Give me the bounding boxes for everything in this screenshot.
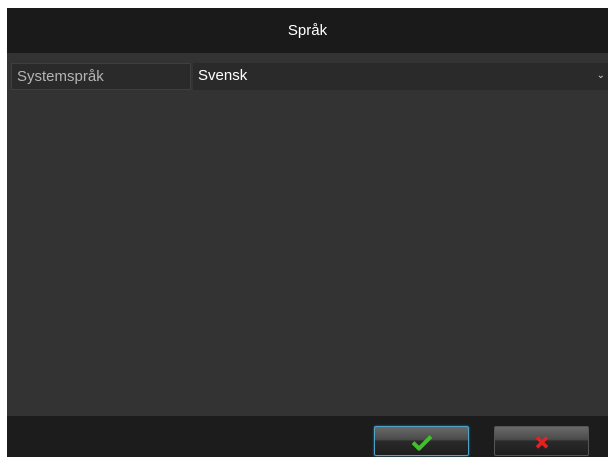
dialog-footer: [7, 416, 608, 457]
system-language-value: Svensk: [198, 67, 248, 84]
dialog-title: Språk: [7, 8, 608, 53]
cancel-button[interactable]: [494, 426, 589, 456]
system-language-select[interactable]: Svensk ⌄: [193, 63, 608, 90]
close-icon: [535, 436, 548, 449]
checkmark-icon: [411, 435, 432, 451]
chevron-down-icon: ⌄: [596, 70, 605, 81]
system-language-row: Systemspråk Svensk ⌄: [11, 63, 608, 90]
confirm-button[interactable]: [374, 426, 469, 456]
system-language-label: Systemspråk: [11, 63, 191, 90]
language-dialog: Språk Systemspråk Svensk ⌄: [7, 8, 608, 457]
